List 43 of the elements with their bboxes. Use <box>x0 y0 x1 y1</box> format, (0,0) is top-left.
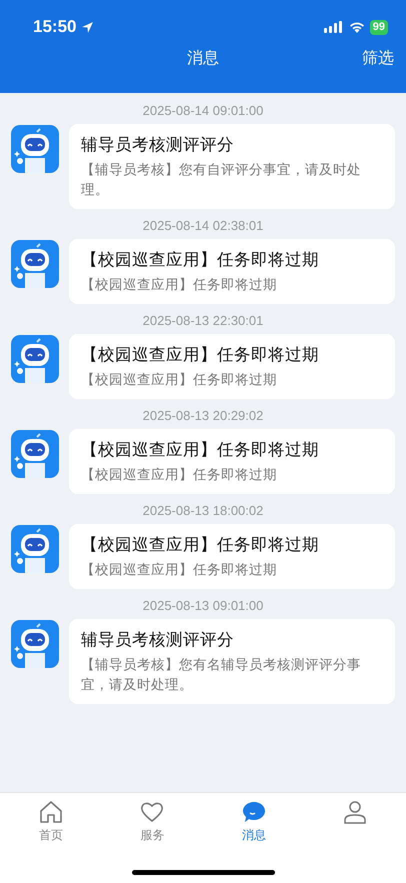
message-body: 【校园巡查应用】任务即将过期 <box>81 371 278 390</box>
page-title: 消息 <box>187 48 219 68</box>
person-icon <box>342 799 368 825</box>
message-timestamp: 2025-08-13 18:00:02 <box>142 502 264 520</box>
message-timestamp: 2025-08-14 02:38:01 <box>142 217 264 235</box>
wifi-icon <box>348 21 365 33</box>
message-title: 【校园巡查应用】任务即将过期 <box>81 439 320 461</box>
message-title: 【校园巡查应用】任务即将过期 <box>81 249 320 271</box>
message-timestamp: 2025-08-13 09:01:00 <box>142 597 264 615</box>
message-body: 【校园巡查应用】任务即将过期 <box>81 466 278 485</box>
message-tab[interactable]: 消息 <box>203 799 304 844</box>
robot-icon <box>11 430 59 478</box>
home-tab[interactable]: 首页 <box>0 799 102 844</box>
location-icon <box>81 20 94 34</box>
message-card[interactable]: 【校园巡查应用】任务即将过期 【校园巡查应用】任务即将过期 <box>69 524 395 589</box>
message-card[interactable]: 辅导员考核测评评分 【辅导员考核】您有名辅导员考核测评评分事宜，请及时处理。 <box>69 619 395 704</box>
service-tab[interactable]: 服务 <box>102 799 203 844</box>
message-title: 【校园巡查应用】任务即将过期 <box>81 534 320 556</box>
robot-icon <box>11 525 59 573</box>
status-time: 15:50 <box>33 17 76 37</box>
message-timestamp: 2025-08-13 22:30:01 <box>142 312 264 330</box>
home-icon <box>38 799 64 825</box>
filter-button[interactable]: 筛选 <box>362 48 394 68</box>
robot-icon <box>11 125 59 173</box>
message-title: 辅导员考核测评评分 <box>81 629 235 651</box>
message-timestamp: 2025-08-14 09:01:00 <box>142 102 264 120</box>
robot-icon <box>11 240 59 288</box>
message-card[interactable]: 【校园巡查应用】任务即将过期 【校园巡查应用】任务即将过期 <box>69 429 395 494</box>
message-card[interactable]: 【校园巡查应用】任务即将过期 【校园巡查应用】任务即将过期 <box>69 334 395 399</box>
battery-indicator: 99 <box>370 20 388 34</box>
signal-icon <box>324 21 344 33</box>
message-body: 【辅导员考核】您有自评评分事宜，请及时处理。 <box>81 161 362 200</box>
message-body: 【辅导员考核】您有名辅导员考核测评评分事宜，请及时处理。 <box>81 656 362 695</box>
message-timestamp: 2025-08-13 20:29:02 <box>142 407 264 425</box>
message-body: 【校园巡查应用】任务即将过期 <box>81 561 278 580</box>
message-title: 【校园巡查应用】任务即将过期 <box>81 344 320 366</box>
message-card[interactable]: 【校园巡查应用】任务即将过期 【校园巡查应用】任务即将过期 <box>69 239 395 304</box>
message-card[interactable]: 辅导员考核测评评分 【辅导员考核】您有自评评分事宜，请及时处理。 <box>69 124 395 209</box>
chat-bubble-icon <box>240 799 267 825</box>
robot-icon <box>11 335 59 383</box>
message-body: 【校园巡查应用】任务即将过期 <box>81 276 278 295</box>
robot-icon <box>11 620 59 668</box>
message-title: 辅导员考核测评评分 <box>81 134 235 156</box>
